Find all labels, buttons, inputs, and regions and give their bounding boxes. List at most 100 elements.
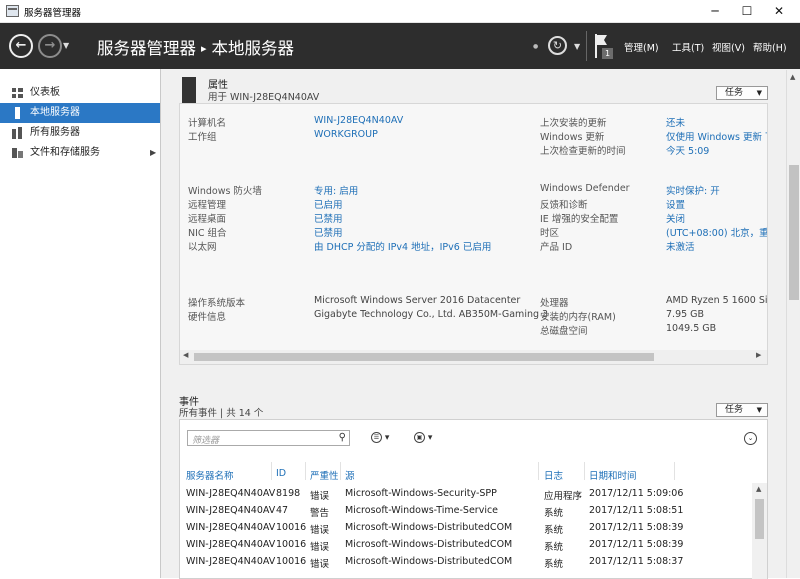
- column-divider: [271, 462, 272, 480]
- column-header-id[interactable]: ID: [276, 468, 286, 479]
- column-header-datetime[interactable]: 日期和时间: [589, 468, 637, 482]
- table-row[interactable]: WIN-J28EQ4N40AV 8198 错误 Microsoft-Window…: [180, 485, 752, 502]
- workgroup-link[interactable]: WORKGROUP: [314, 129, 378, 140]
- cell-server: WIN-J28EQ4N40AV: [186, 522, 276, 533]
- last-check-link[interactable]: 今天 5:09: [666, 143, 709, 157]
- column-divider: [305, 462, 306, 480]
- properties-tasks-dropdown[interactable]: 任务: [716, 86, 768, 100]
- product-id-link[interactable]: 未激活: [666, 239, 695, 253]
- main-vertical-scrollbar[interactable]: ▲: [786, 70, 800, 578]
- menu-manage[interactable]: 管理(M): [624, 40, 659, 54]
- cell-server: WIN-J28EQ4N40AV: [186, 488, 276, 499]
- scroll-right-icon[interactable]: ▶: [756, 351, 761, 359]
- scrollbar-thumb[interactable]: [194, 353, 654, 361]
- cell-server: WIN-J28EQ4N40AV: [186, 556, 276, 567]
- cell-severity: 错误: [310, 525, 330, 536]
- table-row[interactable]: WIN-J28EQ4N40AV 10016 错误 Microsoft-Windo…: [180, 536, 752, 553]
- refresh-icon[interactable]: ↻: [548, 36, 567, 55]
- table-row[interactable]: WIN-J28EQ4N40AV 47 警告 Microsoft-Windows-…: [180, 502, 752, 519]
- cell-server: WIN-J28EQ4N40AV: [186, 505, 276, 516]
- notifications-flag-icon[interactable]: 1: [593, 31, 614, 61]
- column-header-log[interactable]: 日志: [544, 468, 563, 482]
- scroll-up-icon[interactable]: ▲: [790, 73, 795, 81]
- scroll-left-icon[interactable]: ◀: [183, 351, 188, 359]
- nic-teaming-link[interactable]: 已禁用: [314, 225, 343, 239]
- prop-label: 时区: [540, 228, 560, 239]
- cell-datetime: 2017/12/11 5:08:51: [589, 505, 684, 516]
- column-header-source[interactable]: 源: [345, 468, 355, 482]
- cell-source: Microsoft-Windows-DistributedCOM: [345, 522, 513, 533]
- scroll-up-icon[interactable]: ▲: [756, 485, 761, 493]
- search-icon[interactable]: ⚲: [339, 432, 346, 443]
- sidebar-item-file-storage[interactable]: 文件和存储服务 ▶: [0, 143, 160, 163]
- hardware-info-value: Gigabyte Technology Co., Ltd. AB350M-Gam…: [314, 309, 549, 320]
- remote-management-link[interactable]: 已启用: [314, 197, 343, 211]
- os-version-value: Microsoft Windows Server 2016 Datacenter: [314, 295, 521, 306]
- back-arrow-icon[interactable]: ←: [9, 34, 33, 58]
- expand-collapse-icon[interactable]: ⌄: [744, 432, 757, 445]
- scrollbar-thumb[interactable]: [789, 165, 799, 300]
- filter-placeholder: 筛选器: [192, 436, 220, 446]
- breadcrumb-root[interactable]: 服务器管理器: [97, 39, 196, 58]
- breadcrumb-current: 本地服务器: [211, 39, 295, 58]
- firewall-link[interactable]: 专用: 启用: [314, 183, 358, 197]
- disk-space-value: 1049.5 GB: [666, 323, 717, 334]
- dashboard-icon: [12, 87, 23, 99]
- defender-link[interactable]: 实时保护: 开: [666, 183, 720, 197]
- windows-update-link[interactable]: 仅使用 Windows 更新 下: [666, 129, 767, 143]
- events-vertical-scrollbar[interactable]: ▲: [752, 483, 767, 579]
- prop-label: 工作组: [188, 132, 217, 143]
- menu-help[interactable]: 帮助(H): [753, 40, 787, 54]
- forward-arrow-icon[interactable]: →: [38, 34, 62, 58]
- window-title: 服务器管理器: [24, 8, 82, 19]
- prop-label: 硬件信息: [188, 312, 227, 323]
- properties-server-icon: [182, 77, 196, 103]
- cell-source: Microsoft-Windows-DistributedCOM: [345, 556, 513, 567]
- processor-value: AMD Ryzen 5 1600 Six-: [666, 295, 768, 306]
- prop-label: 以太网: [188, 242, 217, 253]
- feedback-settings-link[interactable]: 设置: [666, 197, 685, 211]
- server-manager-app-icon: [6, 5, 19, 17]
- close-button[interactable]: ✕: [756, 0, 800, 23]
- cell-log: 系统: [544, 525, 564, 536]
- table-row[interactable]: WIN-J28EQ4N40AV 10016 错误 Microsoft-Windo…: [180, 553, 752, 570]
- prop-label: 总磁盘空间: [540, 326, 588, 337]
- column-header-server-name[interactable]: 服务器名称: [186, 468, 234, 482]
- prop-label: 反馈和诊断: [540, 200, 588, 211]
- column-header-severity[interactable]: 严重性: [310, 468, 339, 482]
- menu-tools[interactable]: 工具(T): [672, 40, 704, 54]
- ethernet-link[interactable]: 由 DHCP 分配的 IPv4 地址，IPv6 已启用: [314, 239, 491, 253]
- storage-icon: [12, 147, 23, 159]
- scrollbar-thumb[interactable]: [755, 499, 764, 539]
- last-update-link[interactable]: 还未: [666, 115, 685, 129]
- properties-subtitle: 用于 WIN-J28EQ4N40AV: [208, 92, 320, 103]
- cell-datetime: 2017/12/11 5:08:39: [589, 522, 684, 533]
- filter-input[interactable]: 筛选器 ⚲: [187, 430, 350, 446]
- expand-arrow-icon[interactable]: ▶: [150, 143, 156, 163]
- remote-desktop-link[interactable]: 已禁用: [314, 211, 343, 225]
- server-icon: [12, 107, 23, 119]
- sidebar-item-all-servers[interactable]: 所有服务器: [0, 123, 160, 143]
- dot-separator-icon: ●: [533, 43, 539, 50]
- events-tasks-dropdown[interactable]: 任务: [716, 403, 768, 417]
- prop-label: 上次安装的更新: [540, 118, 607, 129]
- toolbar: ← → ▼ 服务器管理器 ▸ 本地服务器 ● ↻ ▼ 1 管理(M) 工具(T) 视…: [0, 23, 800, 69]
- timezone-link[interactable]: (UTC+08:00) 北京，重庆: [666, 225, 767, 239]
- prop-label: 上次检查更新的时间: [540, 146, 626, 157]
- toolbar-divider: [586, 31, 587, 61]
- ie-esc-link[interactable]: 关闭: [666, 211, 685, 225]
- sidebar-item-local-server[interactable]: 本地服务器: [0, 103, 160, 123]
- history-dropdown-icon[interactable]: ▼: [63, 41, 69, 50]
- refresh-dropdown-icon[interactable]: ▼: [574, 42, 580, 51]
- sidebar-item-dashboard[interactable]: 仪表板: [0, 83, 160, 103]
- cell-severity: 错误: [310, 491, 330, 502]
- table-row[interactable]: WIN-J28EQ4N40AV 10016 错误 Microsoft-Windo…: [180, 519, 752, 536]
- cell-log: 系统: [544, 542, 564, 553]
- save-query-icon[interactable]: ▣ ▾: [414, 432, 432, 443]
- menu-view[interactable]: 视图(V): [712, 40, 745, 54]
- list-options-icon[interactable]: ☰ ▾: [371, 432, 389, 443]
- prop-label: 操作系统版本: [188, 298, 246, 309]
- prop-label: Windows 更新: [540, 132, 605, 143]
- properties-horizontal-scrollbar[interactable]: ◀ ▶: [180, 350, 767, 364]
- computer-name-link[interactable]: WIN-J28EQ4N40AV: [314, 115, 403, 126]
